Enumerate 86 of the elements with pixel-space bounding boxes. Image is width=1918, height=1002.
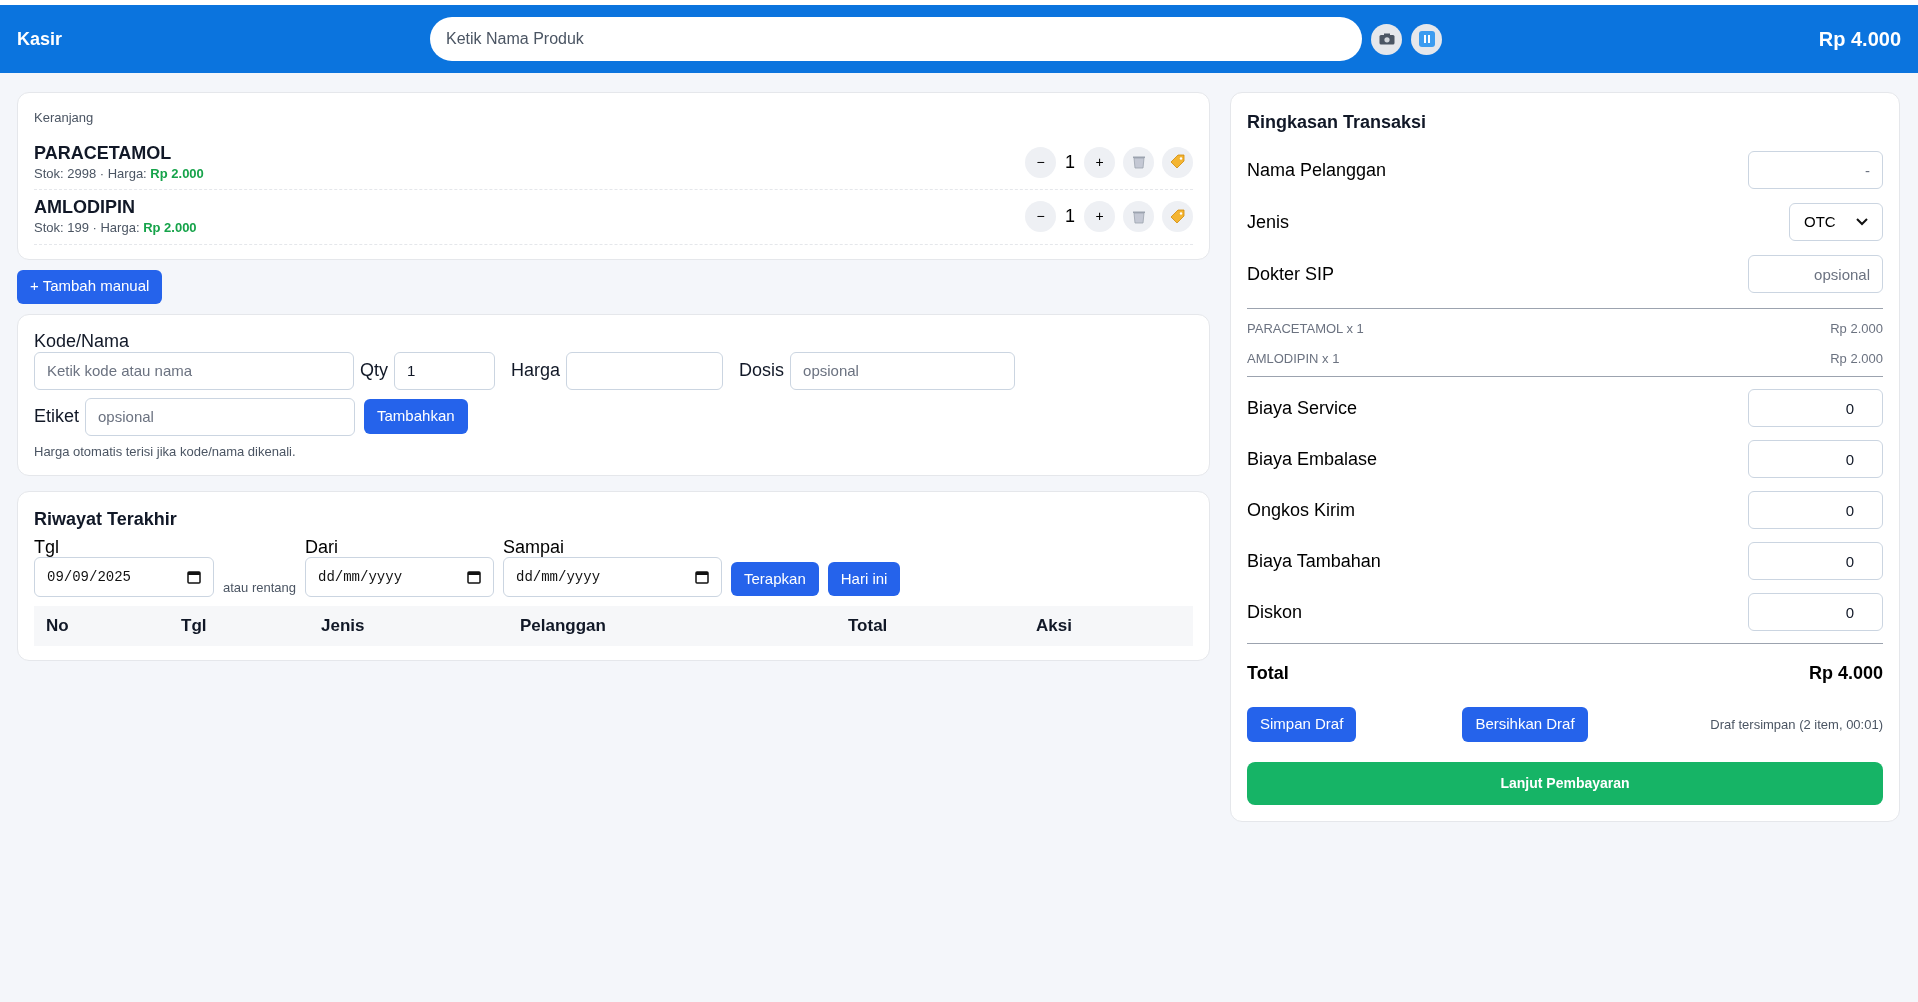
date-value: 09/09/2025 xyxy=(47,567,131,587)
decrease-button[interactable]: − xyxy=(1025,201,1056,233)
fee-label: Biaya Tambahan xyxy=(1247,549,1381,573)
fee-field[interactable]: 0 xyxy=(1748,440,1883,478)
field-label: Qty xyxy=(360,359,388,382)
chevron-down-icon xyxy=(1856,218,1868,226)
filter-button[interactable]: Hari ini xyxy=(827,562,901,596)
quantity: 1 xyxy=(1064,205,1076,229)
field-label: Nama Pelanggan xyxy=(1247,158,1387,182)
field-label: Harga xyxy=(511,359,561,382)
camera-icon xyxy=(1378,33,1395,45)
label-button[interactable] xyxy=(1162,201,1193,233)
increase-button[interactable]: + xyxy=(1084,201,1115,233)
field-label: Sampai xyxy=(503,537,566,557)
tag-icon xyxy=(1169,208,1186,225)
product-name: AMLODIPIN xyxy=(34,196,136,218)
column-header: Jenis xyxy=(321,615,366,638)
fee-field[interactable]: 0 xyxy=(1748,593,1883,631)
text-field[interactable]: 1 xyxy=(394,351,495,390)
pause-button[interactable] xyxy=(1411,23,1442,55)
field-label: Etiket xyxy=(34,405,80,428)
date-field[interactable]: dd/mm/yyyy xyxy=(503,557,722,597)
select-value: OTC xyxy=(1804,211,1836,232)
fee-label: Diskon xyxy=(1247,600,1303,624)
text-field[interactable]: Ketik kode atau nama xyxy=(34,351,354,390)
hint-text: Harga otomatis terisi jika kode/nama dikenali. xyxy=(34,442,297,461)
text-field[interactable] xyxy=(566,351,724,390)
total-amount: Rp 4.000 xyxy=(1808,662,1883,685)
fee-label: Biaya Service xyxy=(1247,396,1358,420)
tag-icon xyxy=(1169,154,1186,171)
line-item-name: PARACETAMOL x 1 xyxy=(1247,320,1364,338)
app-title: Kasir xyxy=(17,27,64,51)
camera-button[interactable] xyxy=(1371,23,1402,55)
text-field[interactable]: opsional xyxy=(85,397,356,436)
text-field[interactable]: opsional xyxy=(790,351,1016,390)
field-label: Kode/Nama xyxy=(34,330,131,351)
column-header: Tgl xyxy=(181,615,208,638)
label-button[interactable] xyxy=(1162,146,1193,178)
calendar-icon[interactable] xyxy=(695,570,709,584)
section-title: Riwayat Terakhir xyxy=(34,508,178,531)
section-title: Ringkasan Transaksi xyxy=(1247,111,1428,134)
fee-field[interactable]: 0 xyxy=(1748,542,1883,580)
date-value: dd/mm/yyyy xyxy=(318,567,403,587)
total-label: Total xyxy=(1247,662,1289,685)
line-item-amount: Rp 2.000 xyxy=(1830,349,1883,368)
header-total: Rp 4.000 xyxy=(1818,27,1901,52)
quantity: 1 xyxy=(1064,150,1076,174)
cart-label: Keranjang xyxy=(34,109,95,127)
fee-field[interactable]: 0 xyxy=(1748,389,1883,427)
increase-button[interactable]: + xyxy=(1084,146,1115,178)
decrease-button[interactable]: − xyxy=(1025,146,1056,178)
trash-icon xyxy=(1130,154,1147,171)
calendar-icon[interactable] xyxy=(187,570,201,584)
add-manual-button[interactable]: + Tambah manual xyxy=(17,269,163,304)
doctor-field[interactable]: opsional xyxy=(1748,255,1883,293)
column-header: Total xyxy=(848,615,889,638)
field-label: Tgl xyxy=(34,537,60,557)
date-field[interactable]: dd/mm/yyyy xyxy=(305,557,494,597)
clear-draft-button[interactable]: Bersihkan Draf xyxy=(1462,707,1588,742)
fee-field[interactable]: 0 xyxy=(1748,491,1883,529)
product-details: Stok: 199 · Harga: Rp 2.000 xyxy=(34,219,197,237)
column-header: Aksi xyxy=(1036,615,1072,638)
fee-label: Biaya Embalase xyxy=(1247,447,1378,471)
column-header: Pelanggan xyxy=(520,615,607,638)
add-button[interactable]: Tambahkan xyxy=(364,399,468,434)
line-item-name: AMLODIPIN x 1 xyxy=(1247,349,1340,368)
date-value: dd/mm/yyyy xyxy=(516,567,601,587)
date-field[interactable]: 09/09/2025 xyxy=(34,557,214,597)
range-text: atau rentang xyxy=(223,578,296,597)
field-label: Dosis xyxy=(739,359,785,382)
field-label: Dokter SIP xyxy=(1247,262,1335,286)
search-field[interactable]: Ketik Nama Produk xyxy=(430,17,1362,61)
product-name: PARACETAMOL xyxy=(34,141,173,164)
fee-label: Ongkos Kirim xyxy=(1247,498,1356,522)
save-draft-button[interactable]: Simpan Draf xyxy=(1247,707,1357,742)
field-label: Jenis xyxy=(1247,210,1290,234)
field-label: Dari xyxy=(305,537,340,557)
line-item-amount: Rp 2.000 xyxy=(1830,320,1883,338)
customer-field[interactable]: - xyxy=(1748,151,1883,189)
filter-button[interactable]: Terapkan xyxy=(731,562,819,596)
type-select[interactable]: OTC xyxy=(1789,203,1883,241)
product-details: Stok: 2998 · Harga: Rp 2.000 xyxy=(34,164,204,183)
draft-status: Draf tersimpan (2 item, 00:01) xyxy=(1710,715,1883,734)
calendar-icon[interactable] xyxy=(467,570,481,584)
column-header: No xyxy=(46,615,70,638)
pause-icon xyxy=(1418,31,1435,47)
